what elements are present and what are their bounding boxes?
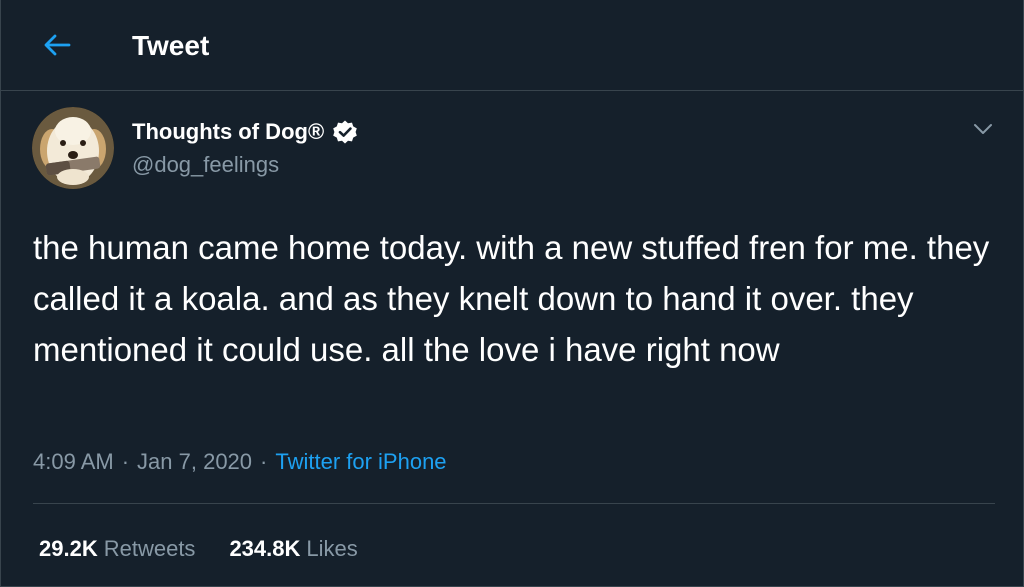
likes-label: Likes: [306, 536, 358, 561]
back-button[interactable]: [29, 22, 85, 68]
tweet-page: Tweet Thoughts of Dog® @dog_feelings the…: [0, 0, 1024, 587]
retweets-count: 29.2K: [39, 536, 98, 561]
meta-separator: ·: [260, 449, 268, 474]
author-handle[interactable]: @dog_feelings: [132, 150, 279, 180]
meta-separator: ·: [121, 449, 130, 474]
likes-count: 234.8K: [229, 536, 301, 561]
tweet-meta: 4:09 AM · Jan 7, 2020 · Twitter for iPhone: [33, 446, 447, 478]
avatar[interactable]: [32, 107, 114, 189]
tweet-text: the human came home today. with a new st…: [33, 229, 990, 368]
more-options-button[interactable]: [965, 112, 1001, 146]
author-name-row[interactable]: Thoughts of Dog®: [132, 117, 358, 147]
chevron-down-icon: [974, 124, 992, 134]
dog-avatar-image: [32, 107, 114, 189]
page-title: Tweet: [132, 30, 210, 61]
likes-stat[interactable]: 234.8K Likes: [229, 533, 357, 565]
divider: [33, 503, 995, 504]
tweet-stats: 29.2K Retweets 234.8K Likes: [39, 533, 392, 565]
verified-badge-icon: [332, 119, 358, 145]
retweets-stat[interactable]: 29.2K Retweets: [39, 533, 195, 565]
tweet-date[interactable]: Jan 7, 2020: [137, 449, 252, 474]
page-header: Tweet: [1, 0, 1023, 91]
display-name: Thoughts of Dog®: [132, 119, 325, 144]
retweets-label: Retweets: [103, 536, 196, 561]
tweet-source-link[interactable]: Twitter for iPhone: [275, 449, 446, 474]
arrow-left-icon: [44, 34, 71, 56]
tweet-time[interactable]: 4:09 AM: [33, 449, 114, 474]
